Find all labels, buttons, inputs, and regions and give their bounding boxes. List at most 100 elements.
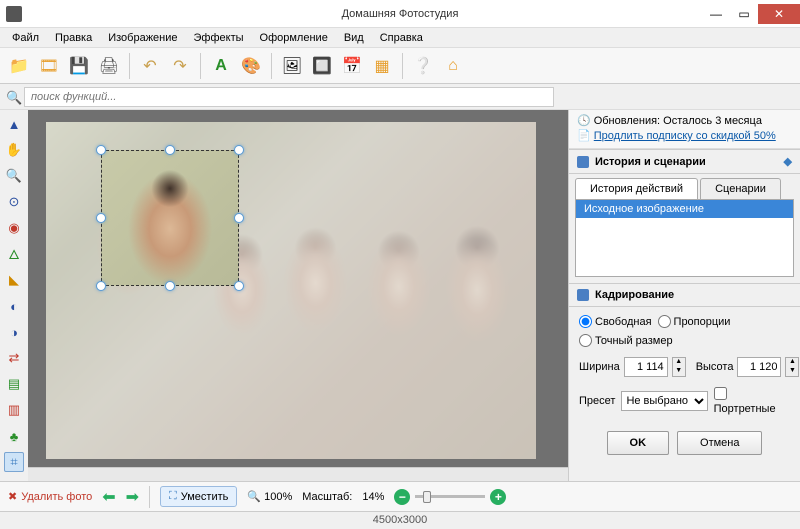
save-icon[interactable]: 💾	[65, 52, 93, 80]
width-input[interactable]	[624, 357, 668, 377]
open-icon[interactable]: 📁	[5, 52, 33, 80]
crop-mode-free[interactable]: Свободная	[579, 315, 652, 328]
canvas-area	[28, 110, 568, 481]
crop-panel-icon	[577, 289, 589, 301]
undo-icon[interactable]: ↶	[136, 52, 164, 80]
text-icon[interactable]: A	[207, 52, 235, 80]
app-icon	[6, 6, 22, 22]
main-toolbar: 📁 🎞 💾 🖨 ↶ ↷ A 🎨 🖼 🔲 📅 ▦ ❔ ⌂	[0, 48, 800, 84]
shape-tool[interactable]: 🜂	[4, 244, 24, 264]
delete-icon: ✖	[8, 490, 17, 503]
tab-history[interactable]: История действий	[575, 178, 698, 199]
history-tabs: История действий Сценарии	[569, 174, 800, 199]
menu-view[interactable]: Вид	[336, 30, 372, 46]
crop-handle-tl[interactable]	[96, 145, 106, 155]
crop-handle-tr[interactable]	[234, 145, 244, 155]
zoom-slider-thumb[interactable]	[423, 491, 431, 503]
height-spinner[interactable]: ▲▼	[785, 357, 799, 377]
width-spinner[interactable]: ▲▼	[672, 357, 686, 377]
print-icon[interactable]: 🖨	[95, 52, 123, 80]
brightness-tool[interactable]: ◑	[4, 322, 24, 342]
fit-button[interactable]: ⛶Уместить	[160, 486, 237, 507]
menu-effects[interactable]: Эффекты	[186, 30, 252, 46]
swap-tool[interactable]: ⇄	[4, 348, 24, 368]
maximize-button[interactable]: ▭	[730, 4, 758, 24]
crop-handle-r[interactable]	[234, 213, 244, 223]
preset-select[interactable]: Не выбрано	[621, 391, 707, 411]
canvas[interactable]	[36, 118, 560, 459]
crop-handle-l[interactable]	[96, 213, 106, 223]
levels-tool[interactable]: ▤	[4, 374, 24, 394]
portrait-check[interactable]: Портретные	[714, 387, 790, 415]
history-panel-icon	[577, 156, 589, 168]
magnifier-icon: 🔍	[247, 490, 261, 503]
palette-icon[interactable]: 🎨	[237, 52, 265, 80]
renew-link[interactable]: Продлить подписку со скидкой 50%	[594, 130, 776, 142]
zoom-slider[interactable]	[415, 495, 485, 498]
minimize-button[interactable]: —	[702, 4, 730, 24]
zoom-tool[interactable]: 🔍	[4, 166, 24, 186]
layers-tool[interactable]: ▥	[4, 400, 24, 420]
collage-icon[interactable]: ▦	[368, 52, 396, 80]
right-panel: 🕓Обновления: Осталось 3 месяца 📄 Продлит…	[568, 110, 800, 481]
help-icon[interactable]: ❔	[409, 52, 437, 80]
status-bar: 4500x3000	[0, 511, 800, 527]
cancel-button[interactable]: Отмена	[677, 431, 762, 455]
clone-tool[interactable]: ⊙	[4, 192, 24, 212]
contrast-tool[interactable]: ◐	[4, 296, 24, 316]
calendar-icon[interactable]: 📅	[338, 52, 366, 80]
menu-decor[interactable]: Оформление	[252, 30, 336, 46]
crop-handle-bl[interactable]	[96, 281, 106, 291]
crop-handle-br[interactable]	[234, 281, 244, 291]
crop-panel-title: Кадрирование	[595, 289, 674, 301]
home-icon[interactable]: ⌂	[439, 52, 467, 80]
canvas-hscroll[interactable]	[28, 467, 568, 481]
zoom-out-button[interactable]: −	[394, 489, 410, 505]
update-notice: 🕓Обновления: Осталось 3 месяца 📄 Продлит…	[569, 110, 800, 149]
zoom-in-button[interactable]: +	[490, 489, 506, 505]
update-text: Обновления: Осталось 3 месяца	[594, 115, 762, 127]
history-item[interactable]: Исходное изображение	[576, 200, 793, 218]
crop-handle-b[interactable]	[165, 281, 175, 291]
cursor-tool[interactable]: ▲	[4, 114, 24, 134]
zoom-100-button[interactable]: 🔍100%	[247, 490, 292, 503]
scale-value: 14%	[362, 491, 384, 503]
crop-tool[interactable]: ⌗	[4, 452, 24, 472]
film-icon[interactable]: 🎞	[35, 52, 63, 80]
retouch-tool[interactable]: ♣	[4, 426, 24, 446]
panel-expand-icon[interactable]: ◆	[784, 155, 792, 168]
crop-mode-ratio[interactable]: Пропорции	[658, 315, 731, 328]
crop-handle-t[interactable]	[165, 145, 175, 155]
frame-icon[interactable]: 🔲	[308, 52, 336, 80]
photo	[46, 122, 536, 459]
prev-button[interactable]: ⬅	[102, 487, 115, 507]
redo-icon[interactable]: ↷	[166, 52, 194, 80]
history-panel-title: История и сценарии	[595, 156, 706, 168]
menu-image[interactable]: Изображение	[100, 30, 185, 46]
menu-file[interactable]: Файл	[4, 30, 47, 46]
menubar: Файл Правка Изображение Эффекты Оформлен…	[0, 28, 800, 48]
crop-mode-exact[interactable]: Точный размер	[579, 334, 673, 347]
menu-help[interactable]: Справка	[372, 30, 431, 46]
history-panel-header: История и сценарии ◆	[569, 149, 800, 174]
image-icon[interactable]: 🖼	[278, 52, 306, 80]
fill-tool[interactable]: ◣	[4, 270, 24, 290]
search-input[interactable]	[24, 87, 554, 107]
tab-scenarios[interactable]: Сценарии	[700, 178, 781, 199]
delete-photo-button[interactable]: ✖Удалить фото	[8, 490, 92, 503]
hand-tool[interactable]: ✋	[4, 140, 24, 160]
close-button[interactable]: ✕	[758, 4, 800, 24]
height-label: Высота	[696, 361, 734, 373]
height-input[interactable]	[737, 357, 781, 377]
menu-edit[interactable]: Правка	[47, 30, 100, 46]
search-row: 🔍	[0, 84, 800, 110]
crop-selection[interactable]	[101, 150, 239, 286]
window-title: Домашняя Фотостудия	[342, 8, 459, 20]
next-button[interactable]: ➡	[126, 487, 139, 507]
redeye-tool[interactable]: ◉	[4, 218, 24, 238]
titlebar: Домашняя Фотостудия — ▭ ✕	[0, 0, 800, 28]
status-resolution: 4500x3000	[373, 514, 427, 526]
ok-button[interactable]: OK	[607, 431, 670, 455]
preset-label: Пресет	[579, 395, 615, 407]
history-list: Исходное изображение	[575, 199, 794, 277]
